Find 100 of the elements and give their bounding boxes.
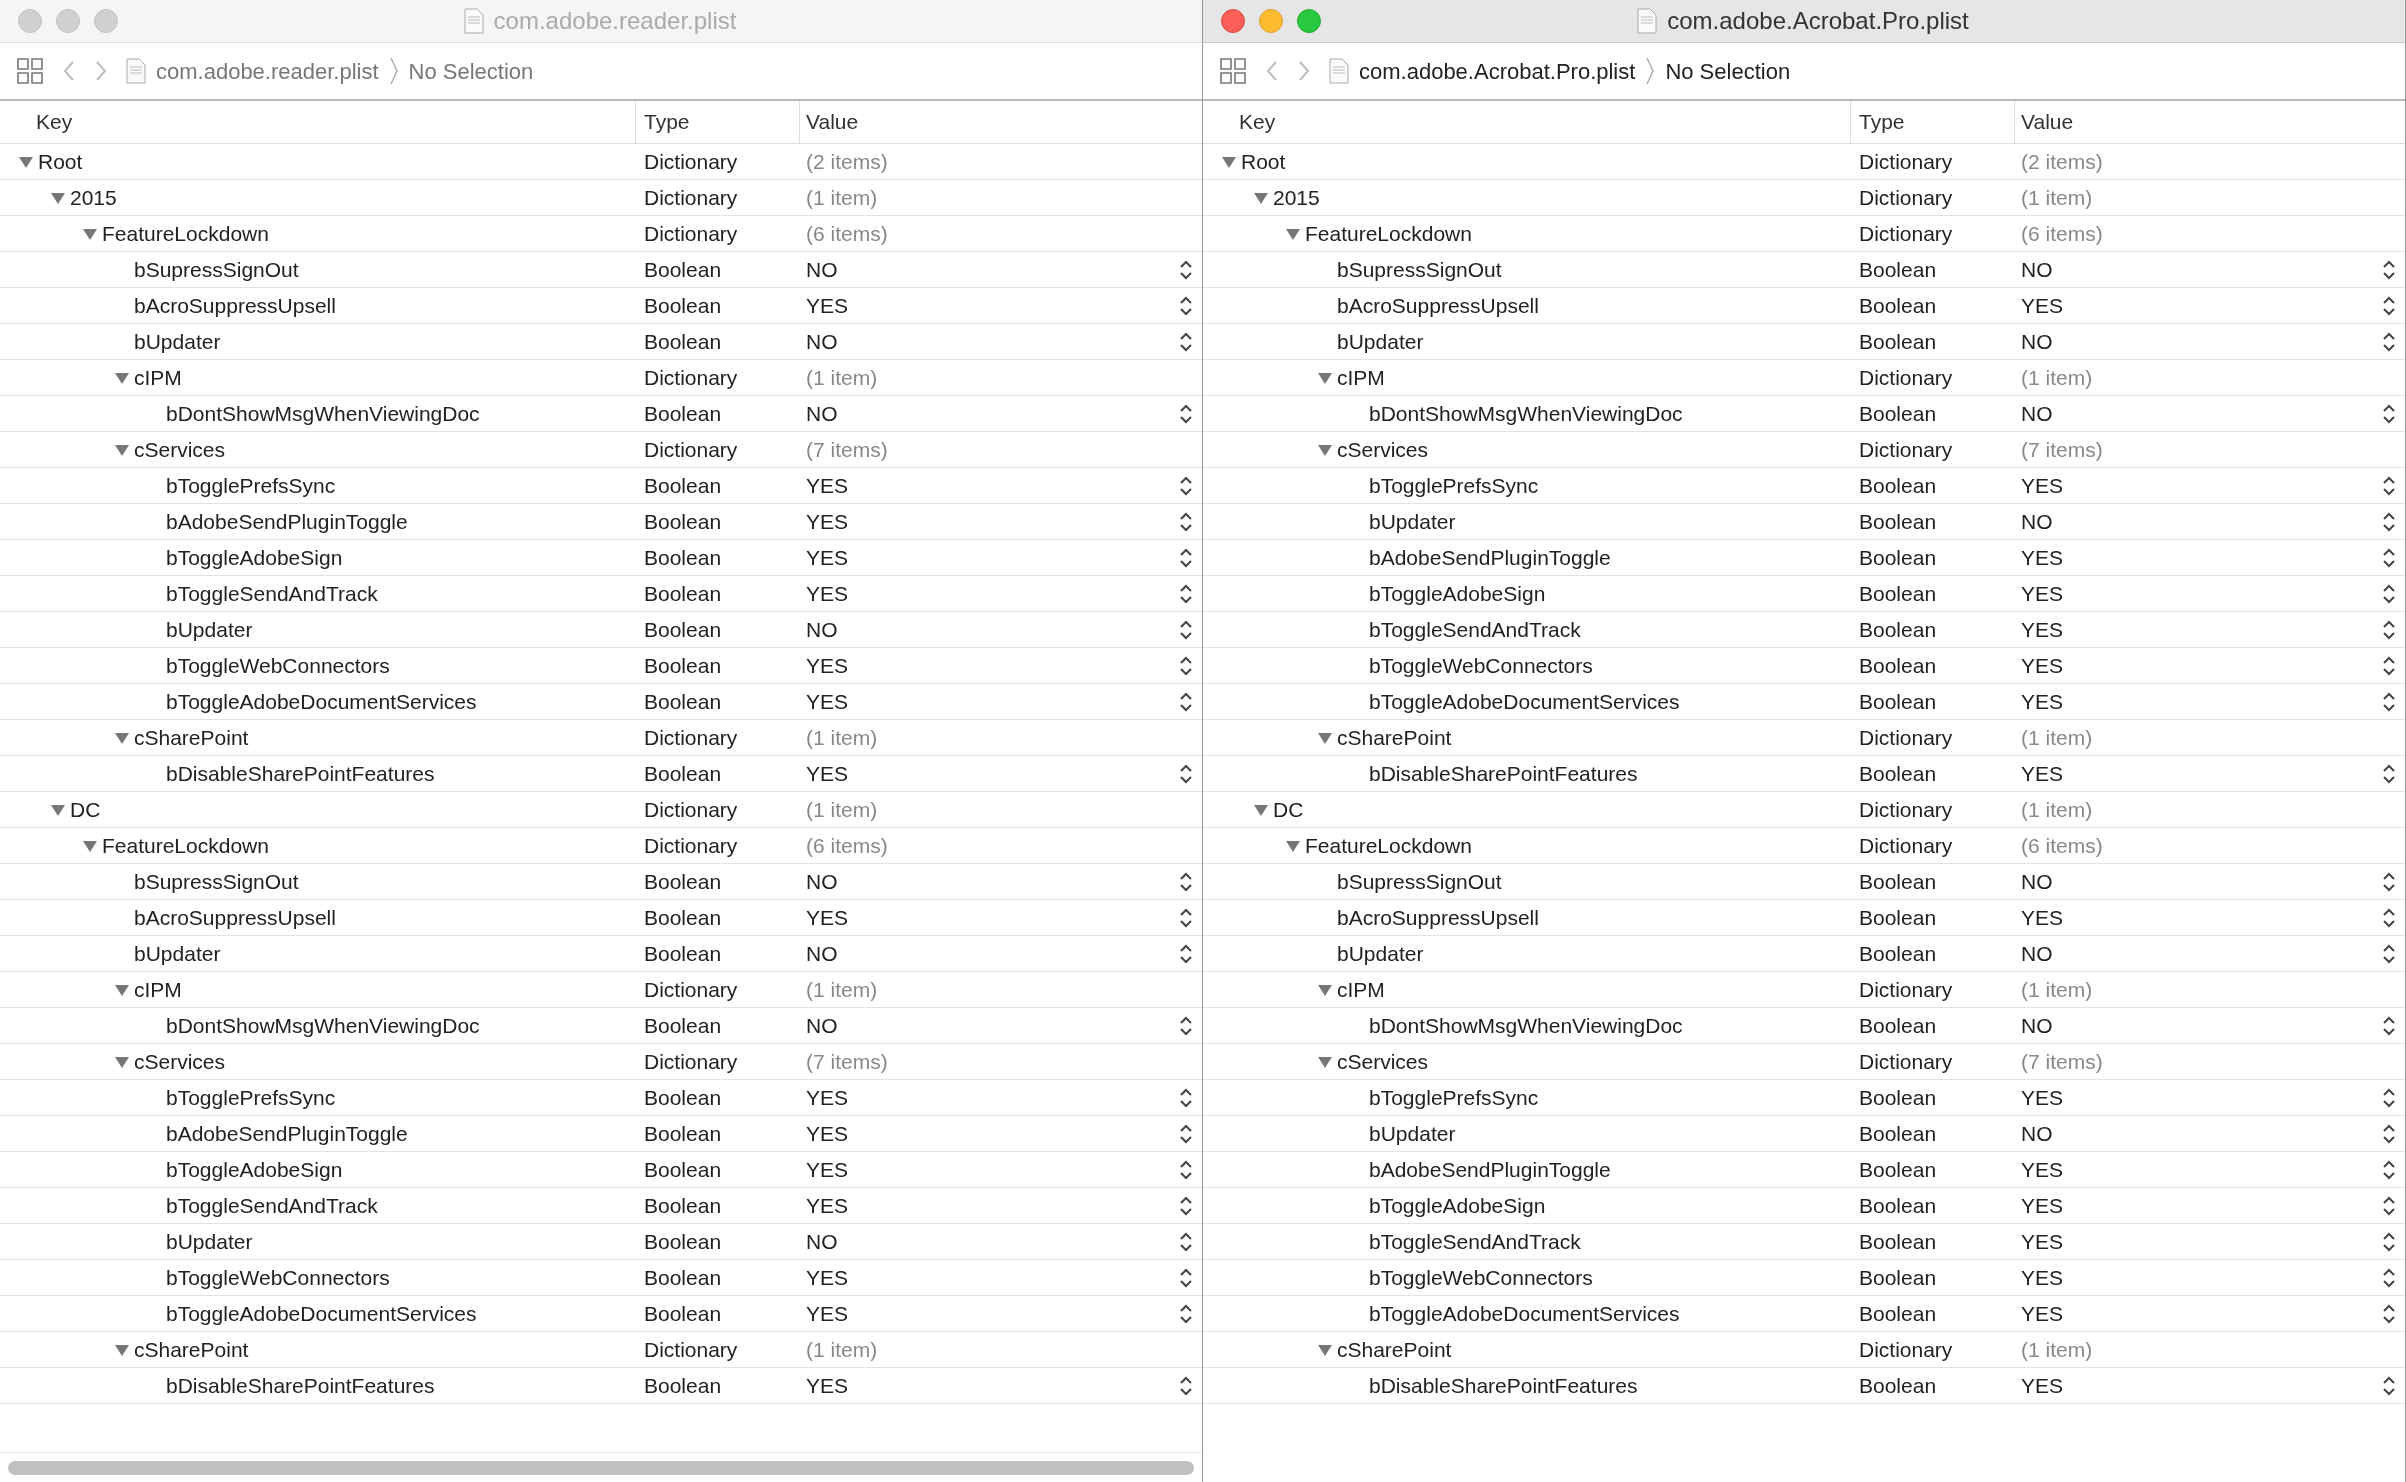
value-text: (7 items) <box>806 1048 888 1075</box>
breadcrumb-selection[interactable]: No Selection <box>408 54 534 88</box>
value-text: (6 items) <box>806 832 888 859</box>
value-text: (1 item) <box>2021 976 2093 1003</box>
value-text: (1 item) <box>2021 1336 2093 1363</box>
value-text: YES <box>2021 1084 2064 1111</box>
type-text: Boolean <box>1859 329 1937 353</box>
type-text: Boolean <box>1859 1013 1937 1037</box>
grid-icon[interactable] <box>16 57 44 85</box>
key-text: bAdobeSendPluginToggle <box>166 508 408 535</box>
value-text: NO <box>806 940 838 967</box>
value-text: (1 item) <box>2021 364 2093 391</box>
column-header[interactable]: Value <box>806 110 859 134</box>
type-text: Dictionary <box>1859 149 1953 173</box>
value-text: NO <box>2021 868 2053 895</box>
value-text: YES <box>806 760 849 787</box>
key-text: Root <box>1241 148 1286 175</box>
type-text: Boolean <box>644 1265 722 1289</box>
value-text: NO <box>2021 508 2053 535</box>
type-text: Dictionary <box>644 1049 738 1073</box>
horizontal-scrollbar[interactable] <box>8 1460 1194 1475</box>
type-text: Boolean <box>1859 1373 1937 1397</box>
key-text: bDisableSharePointFeatures <box>1369 1372 1638 1399</box>
value-text: YES <box>806 1120 849 1147</box>
value-text: YES <box>806 688 849 715</box>
type-text: Boolean <box>1859 1157 1937 1181</box>
key-text: bSupressSignOut <box>134 256 299 283</box>
key-text: bToggleSendAndTrack <box>1369 616 1581 643</box>
chevron-icon <box>1645 56 1656 86</box>
type-text: Boolean <box>1859 401 1937 425</box>
key-text: cServices <box>1337 1048 1429 1075</box>
key-text: bDontShowMsgWhenViewingDoc <box>1369 1012 1683 1039</box>
type-text: Boolean <box>644 1373 722 1397</box>
column-header[interactable]: Type <box>1859 106 1905 138</box>
key-text: cServices <box>134 1048 226 1075</box>
type-text: Boolean <box>644 257 722 281</box>
value-text: YES <box>2021 688 2064 715</box>
breadcrumb-file[interactable]: com.adobe.reader.plist <box>156 54 379 88</box>
key-text: bToggleWebConnectors <box>1369 1264 1593 1291</box>
grid-icon[interactable] <box>1219 57 1247 85</box>
column-header[interactable]: Key <box>36 106 73 138</box>
key-text: bAcroSuppressUpsell <box>134 292 336 319</box>
type-text: Dictionary <box>644 725 738 749</box>
value-text: NO <box>2021 400 2053 427</box>
key-text: bToggleSendAndTrack <box>166 580 378 607</box>
type-text: Boolean <box>1859 905 1937 929</box>
key-text: bToggleAdobeSign <box>166 1156 343 1183</box>
value-text: YES <box>806 1156 849 1183</box>
key-text: bToggleAdobeSign <box>1369 580 1546 607</box>
type-text: Boolean <box>644 1193 722 1217</box>
value-text: YES <box>2021 1264 2064 1291</box>
type-text: Boolean <box>644 1229 722 1253</box>
breadcrumb-selection[interactable]: No Selection <box>1665 54 1791 88</box>
type-text: Boolean <box>1859 1193 1937 1217</box>
key-text: bDontShowMsgWhenViewingDoc <box>166 400 480 427</box>
type-text: Boolean <box>644 401 722 425</box>
column-header[interactable]: Value <box>2021 110 2074 134</box>
column-header[interactable]: Type <box>644 106 690 138</box>
value-text: YES <box>2021 760 2064 787</box>
value-text: YES <box>806 292 849 319</box>
key-text: bTogglePrefsSync <box>166 472 336 499</box>
key-text: bUpdater <box>134 328 221 355</box>
type-text: Boolean <box>644 1013 722 1037</box>
key-text: bUpdater <box>134 940 221 967</box>
type-text: Dictionary <box>644 833 738 857</box>
type-text: Dictionary <box>1859 833 1953 857</box>
type-text: Dictionary <box>1859 725 1953 749</box>
value-text: (6 items) <box>2021 832 2103 859</box>
type-text: Dictionary <box>1859 437 1953 461</box>
value-text: NO <box>806 328 838 355</box>
key-text: bToggleSendAndTrack <box>166 1192 378 1219</box>
type-text: Dictionary <box>644 221 738 245</box>
value-text: (1 item) <box>2021 796 2093 823</box>
key-text: cSharePoint <box>1337 724 1452 751</box>
type-text: Boolean <box>644 329 722 353</box>
value-text: YES <box>806 652 849 679</box>
document-icon <box>463 8 484 34</box>
key-text: 2015 <box>70 184 117 211</box>
close-button[interactable] <box>1221 9 1245 33</box>
value-text: (2 items) <box>806 148 888 175</box>
value-text: YES <box>806 1300 849 1327</box>
type-text: Dictionary <box>644 797 738 821</box>
value-text: (1 item) <box>2021 724 2093 751</box>
key-text: FeatureLockdown <box>1305 220 1472 247</box>
value-text: NO <box>806 1012 838 1039</box>
type-text: Dictionary <box>1859 1049 1953 1073</box>
type-text: Boolean <box>1859 509 1937 533</box>
key-text: bUpdater <box>166 616 253 643</box>
chevron-icon <box>388 56 399 86</box>
column-header[interactable]: Key <box>1239 106 1276 138</box>
breadcrumb-file[interactable]: com.adobe.Acrobat.Pro.plist <box>1359 54 1636 88</box>
type-text: Boolean <box>1859 1121 1937 1145</box>
type-text: Boolean <box>1859 617 1937 641</box>
key-text: Root <box>38 148 83 175</box>
type-text: Boolean <box>644 761 722 785</box>
value-text: YES <box>2021 544 2064 571</box>
value-text: YES <box>806 1084 849 1111</box>
value-text: YES <box>2021 472 2064 499</box>
type-text: Boolean <box>644 509 722 533</box>
key-text: bUpdater <box>166 1228 253 1255</box>
